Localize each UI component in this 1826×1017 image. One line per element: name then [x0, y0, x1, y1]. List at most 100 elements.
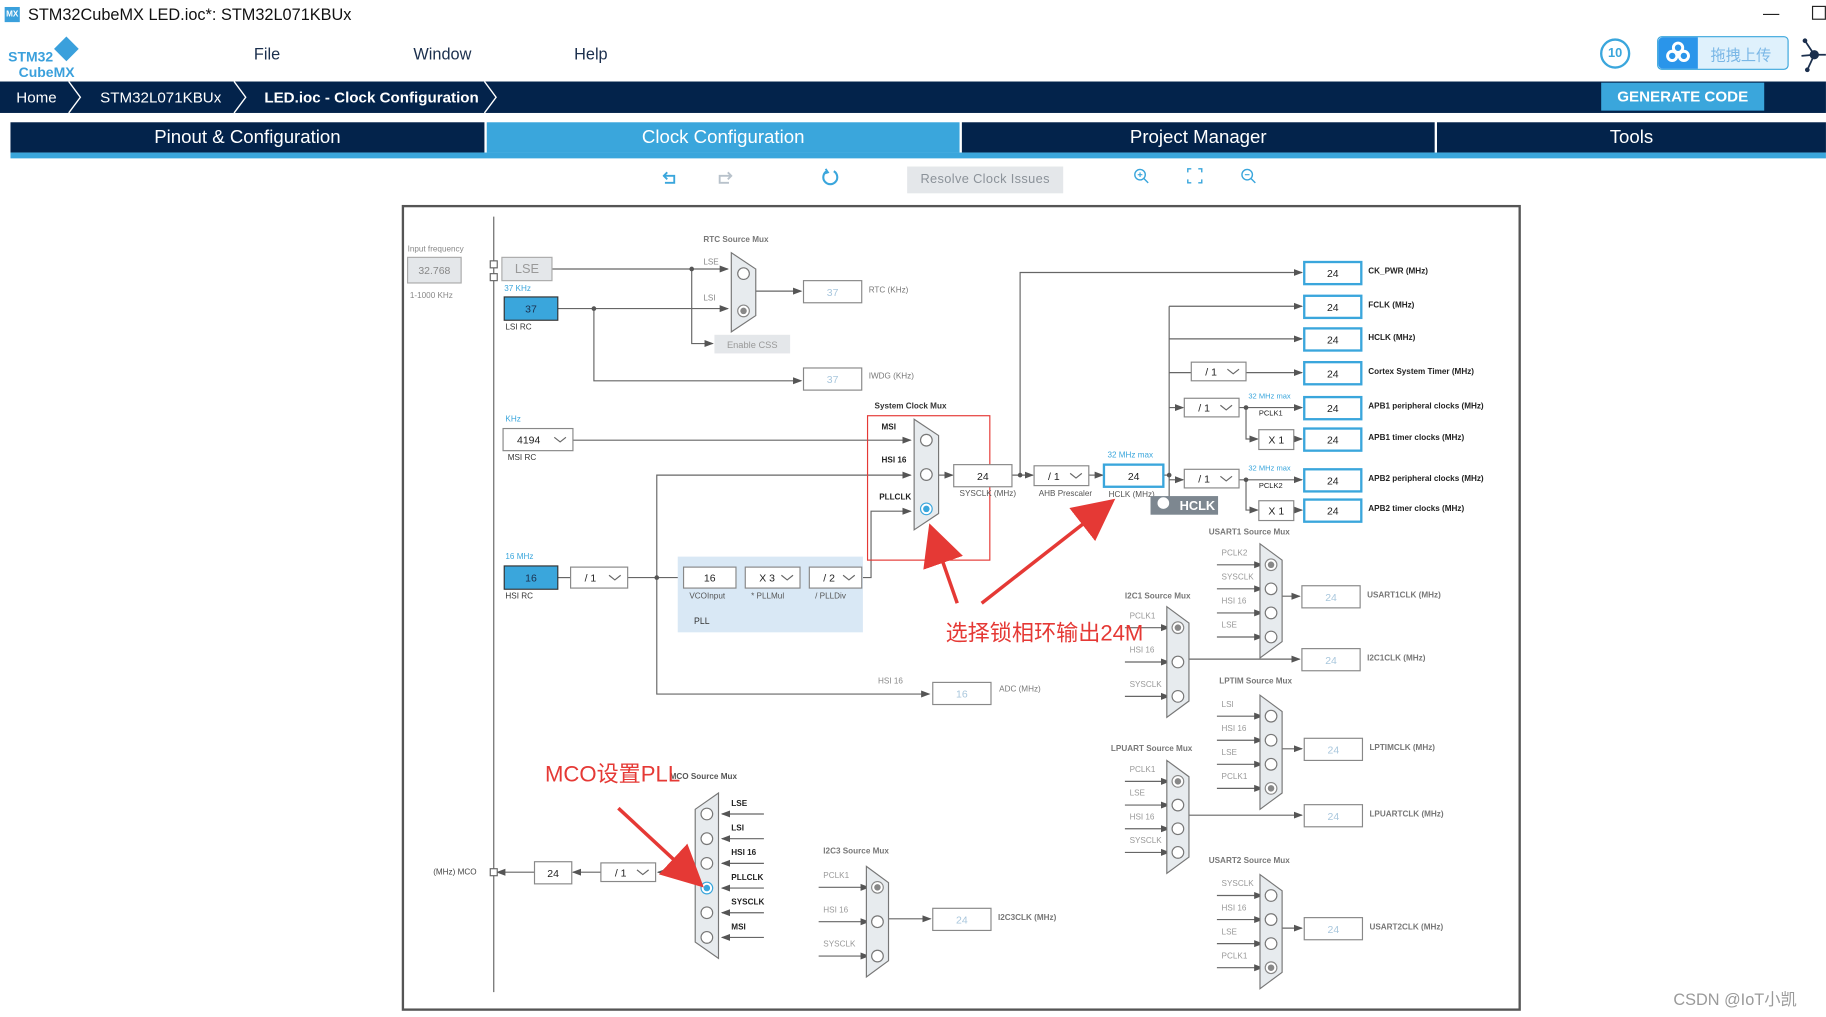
- cortex-timer-prescaler-dropdown-value: / 1: [1205, 368, 1217, 379]
- mco-divider-dropdown[interactable]: [600, 862, 657, 883]
- breadcrumb-home[interactable]: Home: [16, 89, 56, 106]
- label: HSI 16: [1130, 812, 1155, 821]
- label: HSI 16: [1222, 724, 1247, 733]
- breadcrumb-current[interactable]: LED.ioc - Clock Configuration: [264, 89, 478, 106]
- mco-source-mux-radio[interactable]: [700, 832, 714, 846]
- system-clock-mux-radio-selected: [923, 505, 930, 513]
- usart1-source-mux-radio[interactable]: [1264, 630, 1278, 644]
- label: LSE: [1222, 748, 1238, 757]
- output-clock-label: APB2 peripheral clocks (MHz): [1368, 474, 1484, 483]
- wire: [862, 507, 912, 579]
- refresh-icon[interactable]: [821, 168, 840, 187]
- hclk-max-label: 32 MHz max: [1107, 451, 1153, 460]
- pll-vco-label: VCOInput: [689, 592, 725, 601]
- minimize-button[interactable]: —: [1763, 3, 1779, 22]
- fit-to-screen-icon[interactable]: [1187, 168, 1203, 187]
- label: SYSCLK: [731, 898, 764, 907]
- tab-underline: [10, 152, 1826, 159]
- system-clock-mux-radio[interactable]: [919, 468, 933, 481]
- i2c1-source-mux-radio[interactable]: [1171, 689, 1185, 703]
- info-icon: [1157, 497, 1170, 509]
- junction-dot: [689, 266, 695, 272]
- cortex-timer-prescaler-dropdown[interactable]: [1190, 361, 1247, 382]
- pll-vco-input-box-text: 16: [704, 574, 716, 585]
- hsi-divider-dropdown[interactable]: [570, 566, 629, 589]
- msi-rc-label: MSI RC: [508, 453, 537, 462]
- i2c3-source-mux-radio[interactable]: [871, 949, 884, 963]
- i2c3-source-mux-radio[interactable]: [871, 915, 884, 929]
- tab-pinout-configuration[interactable]: Pinout & Configuration: [10, 122, 485, 153]
- anniversary-badge-icon[interactable]: 10: [1600, 38, 1631, 69]
- usart2-source-mux-radio[interactable]: [1264, 913, 1278, 926]
- mco-source-mux-radio[interactable]: [700, 931, 714, 944]
- usart1-source-mux-radio[interactable]: [1264, 606, 1278, 620]
- usart2-source-mux-radio[interactable]: [1264, 889, 1278, 902]
- system-clock-mux-radio[interactable]: [919, 433, 933, 447]
- label: PCLK1: [1130, 765, 1156, 774]
- tab-project-manager[interactable]: Project Manager: [961, 122, 1435, 153]
- apb2-prescaler-dropdown[interactable]: [1183, 468, 1240, 489]
- mco-source-mux-radio[interactable]: [700, 807, 714, 821]
- i2c1-source-mux-radio[interactable]: [1171, 655, 1185, 669]
- usart2-source-mux-radio[interactable]: [1264, 937, 1278, 951]
- ahb-prescaler-dropdown[interactable]: [1033, 465, 1090, 487]
- usart1-source-mux-radio[interactable]: [1264, 582, 1278, 596]
- lpuart-source-mux-radio[interactable]: [1171, 846, 1185, 859]
- lptim-source-mux-radio[interactable]: [1264, 733, 1278, 747]
- annotation-arrow-icon: [923, 523, 963, 604]
- mco-divider-dropdown-value: / 1: [615, 868, 627, 879]
- label: HSI 16: [1130, 646, 1155, 655]
- network-icon[interactable]: [1800, 37, 1826, 73]
- lpuart-source-mux-radio[interactable]: [1171, 822, 1185, 836]
- lptim-source-mux-radio[interactable]: [1264, 757, 1278, 771]
- label: HSI 16: [878, 677, 903, 686]
- output-clock-box-text: 24: [1327, 404, 1339, 415]
- tab-clock-configuration[interactable]: Clock Configuration: [486, 122, 960, 153]
- zoom-out-icon[interactable]: [1240, 168, 1256, 187]
- stm32cubemx-logo: STM32 CubeMX: [8, 36, 84, 80]
- apb1-max-label: 32 MHz max: [1248, 391, 1291, 400]
- rtc-source-mux-radio-selected: [740, 307, 747, 315]
- label: LSI: [703, 293, 715, 302]
- pll-div-label: / PLLDiv: [815, 592, 847, 601]
- output-clock-label: APB2 timer clocks (MHz): [1368, 504, 1464, 513]
- msi-unit: KHz: [505, 415, 520, 424]
- maximize-button[interactable]: [1811, 5, 1826, 20]
- label: MSI: [731, 922, 745, 931]
- menu-file[interactable]: File: [254, 44, 280, 63]
- upload-widget[interactable]: 拖拽上传: [1657, 36, 1789, 70]
- menu-window[interactable]: Window: [413, 44, 471, 63]
- resolve-clock-issues-button[interactable]: Resolve Clock Issues: [907, 166, 1064, 194]
- pll-div-dropdown[interactable]: [808, 566, 863, 589]
- cube-icon: [54, 36, 79, 62]
- tab-tools[interactable]: Tools: [1436, 122, 1826, 153]
- breadcrumb-chevron-icon: [233, 81, 247, 113]
- zoom-in-icon[interactable]: [1133, 168, 1149, 187]
- mco-source-mux-radio[interactable]: [700, 906, 714, 920]
- breadcrumb-device[interactable]: STM32L071KBUx: [100, 89, 221, 106]
- generate-code-button[interactable]: GENERATE CODE: [1601, 82, 1765, 111]
- label: LSE: [1222, 927, 1238, 936]
- lptim-source-mux-output-label: LPTIMCLK (MHz): [1369, 743, 1435, 752]
- rtc-source-mux-radio[interactable]: [737, 267, 750, 281]
- wire: [1245, 479, 1259, 514]
- apb1-prescaler-dropdown[interactable]: [1183, 397, 1240, 418]
- junction-dot: [654, 575, 660, 580]
- lpuart-source-mux-radio[interactable]: [1171, 798, 1185, 812]
- pll-annotation-text: 选择锁相环输出24M: [946, 620, 1144, 645]
- output-clock-label: HCLK (MHz): [1368, 333, 1415, 342]
- app-icon: MX: [4, 6, 20, 23]
- mco-source-mux-radio[interactable]: [700, 856, 714, 870]
- mco-source-mux-radio-selected: [703, 884, 711, 892]
- undo-icon[interactable]: [662, 168, 679, 187]
- sysclk-label: SYSCLK (MHz): [960, 489, 1017, 498]
- apb1-timer-multiplier-text: X 1: [1268, 436, 1284, 447]
- label: PCLK1: [823, 871, 849, 880]
- breadcrumb-chevron-icon: [483, 81, 497, 113]
- breadcrumb-chevron-icon: [68, 81, 82, 113]
- redo-icon[interactable]: [716, 168, 733, 187]
- lptim-source-mux-radio[interactable]: [1264, 709, 1278, 723]
- label: PCLK1: [1222, 772, 1248, 781]
- menu-help[interactable]: Help: [574, 44, 608, 63]
- iwdg-output-box-text: 37: [827, 375, 839, 386]
